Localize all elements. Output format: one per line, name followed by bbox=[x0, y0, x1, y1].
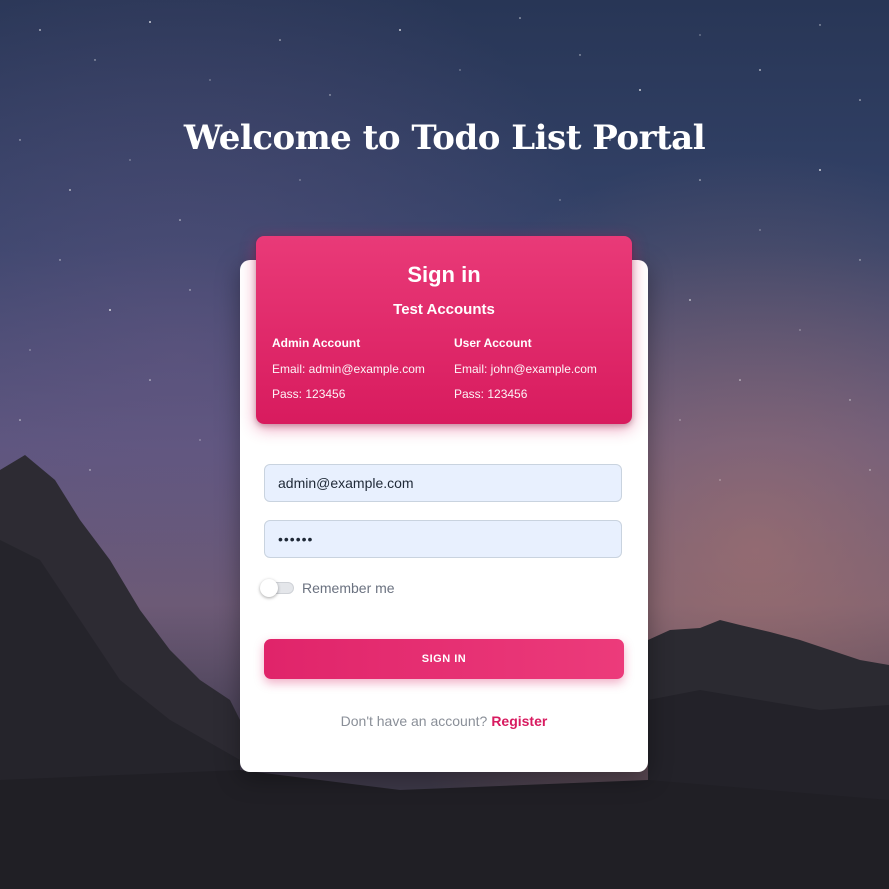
remember-me-toggle[interactable] bbox=[260, 579, 295, 597]
password-input[interactable] bbox=[264, 520, 622, 558]
admin-account-title: Admin Account bbox=[272, 336, 361, 350]
admin-account-email: Email: admin@example.com bbox=[272, 362, 425, 376]
register-link[interactable]: Register bbox=[491, 713, 547, 729]
register-prompt: Don't have an account? Register bbox=[240, 713, 648, 729]
signin-title: Sign in bbox=[407, 262, 481, 287]
user-account-title: User Account bbox=[454, 336, 532, 350]
remember-me-label[interactable]: Remember me bbox=[302, 580, 395, 596]
user-account-info: User Account Email: john@example.com Pas… bbox=[454, 337, 597, 413]
test-accounts-title: Test Accounts bbox=[393, 301, 495, 318]
page-title: Welcome to Todo List Portal bbox=[183, 118, 706, 158]
register-prompt-text: Don't have an account? bbox=[340, 713, 488, 729]
email-input[interactable] bbox=[264, 464, 622, 502]
signin-card-header: Sign in Test Accounts Admin Account Emai… bbox=[256, 236, 632, 424]
user-account-password: Pass: 123456 bbox=[454, 387, 528, 401]
signin-button[interactable]: SIGN IN bbox=[264, 639, 624, 679]
toggle-knob bbox=[260, 579, 278, 597]
admin-account-password: Pass: 123456 bbox=[272, 387, 346, 401]
admin-account-info: Admin Account Email: admin@example.com P… bbox=[272, 337, 425, 413]
user-account-email: Email: john@example.com bbox=[454, 362, 597, 376]
